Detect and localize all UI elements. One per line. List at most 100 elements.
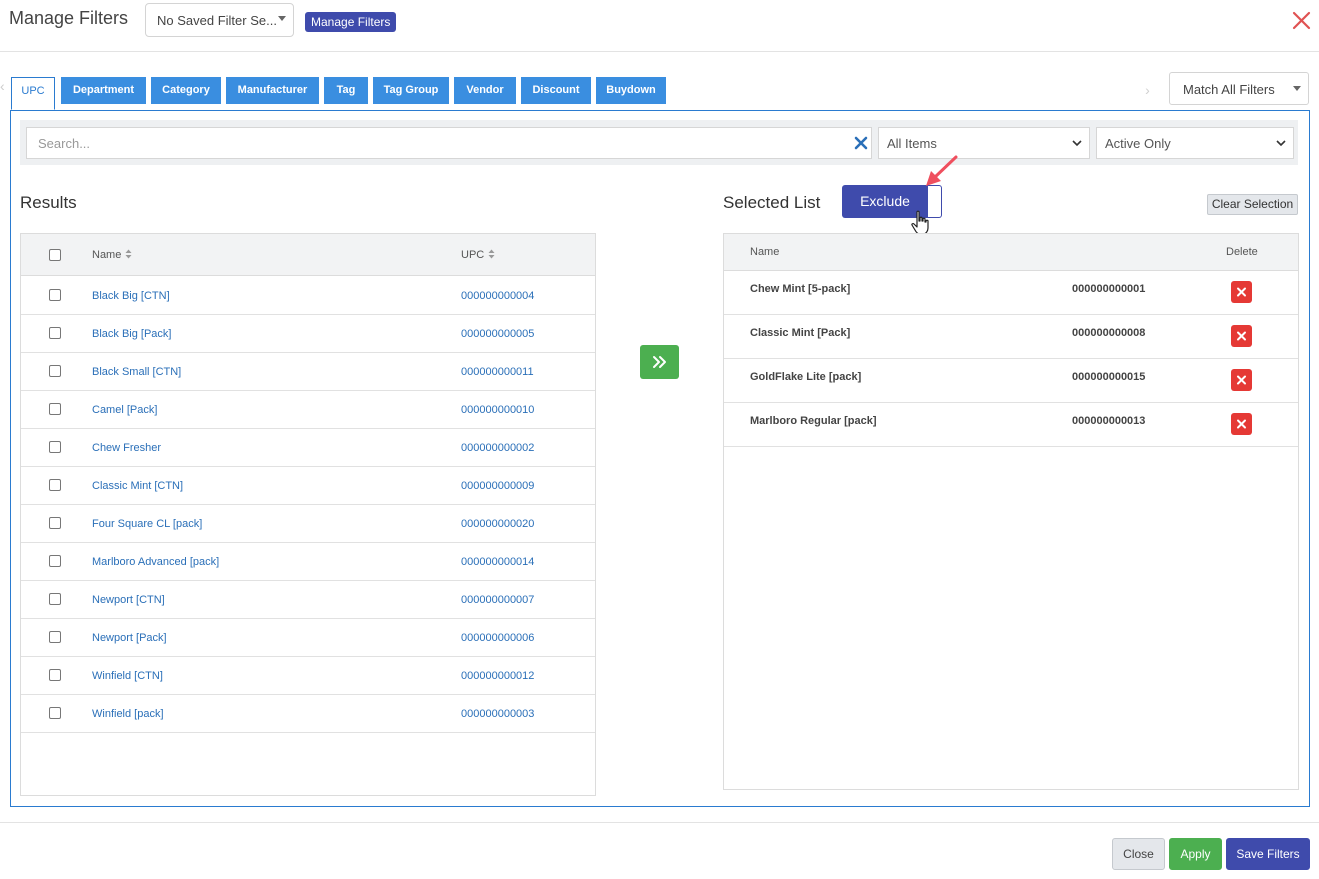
modal-header: Manage Filters No Saved Filter Se... Man… [0, 0, 1319, 52]
tabs-scroll-left-icon[interactable]: ‹ [0, 78, 8, 104]
selected-item-name: Marlboro Regular [pack] [750, 415, 877, 427]
selected-item-name: Chew Mint [5-pack] [750, 283, 851, 295]
item-name-link[interactable]: Four Square CL [pack] [92, 518, 202, 530]
row-checkbox[interactable] [49, 669, 61, 681]
row-checkbox[interactable] [49, 631, 61, 643]
item-upc-link[interactable]: 000000000005 [461, 328, 534, 340]
table-row[interactable]: Black Small [CTN] 000000000011 [21, 353, 595, 391]
item-upc-link[interactable]: 000000000004 [461, 290, 534, 302]
caret-down-icon [278, 16, 286, 21]
column-header-upc[interactable]: UPC [461, 249, 495, 261]
item-upc-link[interactable]: 000000000003 [461, 708, 534, 720]
clear-search-icon[interactable] [853, 135, 869, 151]
clear-selection-button[interactable]: Clear Selection [1207, 194, 1298, 215]
selected-row: Classic Mint [Pack] 000000000008 [724, 315, 1298, 359]
row-checkbox[interactable] [49, 365, 61, 377]
tab-upc[interactable]: UPC [11, 77, 55, 110]
table-row[interactable]: Newport [CTN] 000000000007 [21, 581, 595, 619]
selected-row: GoldFlake Lite [pack] 000000000015 [724, 359, 1298, 403]
table-row[interactable]: Black Big [Pack] 000000000005 [21, 315, 595, 353]
saved-filter-select[interactable]: No Saved Filter Se... [145, 3, 294, 37]
tabs-scroll-right-icon[interactable]: › [1142, 77, 1153, 104]
item-upc-link[interactable]: 000000000010 [461, 404, 534, 416]
table-row[interactable]: Chew Fresher 000000000002 [21, 429, 595, 467]
close-button[interactable]: Close [1112, 838, 1165, 870]
row-checkbox[interactable] [49, 593, 61, 605]
select-all-checkbox[interactable] [49, 249, 61, 261]
row-checkbox[interactable] [49, 555, 61, 567]
item-upc-link[interactable]: 000000000006 [461, 632, 534, 644]
apply-button[interactable]: Apply [1169, 838, 1222, 870]
item-name-link[interactable]: Winfield [pack] [92, 708, 164, 720]
delete-button[interactable] [1231, 413, 1252, 435]
delete-x-icon [1237, 331, 1246, 341]
row-checkbox[interactable] [49, 327, 61, 339]
selected-list-title: Selected List [723, 193, 821, 212]
item-name-link[interactable]: Chew Fresher [92, 442, 161, 454]
item-upc-link[interactable]: 000000000020 [461, 518, 534, 530]
item-name-link[interactable]: Winfield [CTN] [92, 670, 163, 682]
tab-vendor[interactable]: Vendor [454, 77, 516, 104]
manage-filters-button[interactable]: Manage Filters [305, 12, 397, 32]
items-select[interactable]: All Items [878, 127, 1090, 159]
table-row[interactable]: Camel [Pack] 000000000010 [21, 391, 595, 429]
column-header-name[interactable]: Name [92, 249, 132, 261]
table-row[interactable]: Four Square CL [pack] 000000000020 [21, 505, 595, 543]
table-row[interactable]: Winfield [CTN] 000000000012 [21, 657, 595, 695]
footer-divider [0, 822, 1319, 823]
results-title: Results [20, 193, 77, 212]
tab-tag[interactable]: Tag [324, 77, 368, 104]
close-x-icon[interactable] [1291, 10, 1312, 31]
caret-down-icon [1293, 86, 1301, 91]
delete-button[interactable] [1231, 369, 1252, 391]
table-row[interactable]: Classic Mint [CTN] 000000000009 [21, 467, 595, 505]
item-name-link[interactable]: Marlboro Advanced [pack] [92, 556, 219, 568]
delete-button[interactable] [1231, 281, 1252, 303]
row-checkbox[interactable] [49, 441, 61, 453]
tab-tag-group[interactable]: Tag Group [373, 77, 449, 104]
table-row[interactable]: Newport [Pack] 000000000006 [21, 619, 595, 657]
row-checkbox[interactable] [49, 707, 61, 719]
move-to-selected-button[interactable] [640, 345, 679, 379]
selected-item-name: Classic Mint [Pack] [750, 327, 851, 339]
column-header-name: Name [750, 246, 780, 258]
tab-category[interactable]: Category [151, 77, 221, 104]
row-checkbox[interactable] [49, 289, 61, 301]
selected-row: Chew Mint [5-pack] 000000000001 [724, 271, 1298, 315]
item-upc-link[interactable]: 000000000014 [461, 556, 534, 568]
row-checkbox[interactable] [49, 403, 61, 415]
selected-table-header: Name Delete [724, 234, 1298, 271]
item-upc-link[interactable]: 000000000012 [461, 670, 534, 682]
row-checkbox[interactable] [49, 517, 61, 529]
tab-buydown[interactable]: Buydown [596, 77, 666, 104]
item-name-link[interactable]: Black Big [CTN] [92, 290, 170, 302]
selected-item-upc: 000000000001 [1072, 283, 1146, 295]
item-upc-link[interactable]: 000000000002 [461, 442, 534, 454]
item-name-link[interactable]: Black Small [CTN] [92, 366, 181, 378]
item-name-link[interactable]: Black Big [Pack] [92, 328, 171, 340]
item-name-link[interactable]: Newport [CTN] [92, 594, 165, 606]
table-row[interactable]: Marlboro Advanced [pack] 000000000014 [21, 543, 595, 581]
item-name-link[interactable]: Camel [Pack] [92, 404, 157, 416]
tab-discount[interactable]: Discount [521, 77, 591, 104]
item-name-link[interactable]: Classic Mint [CTN] [92, 480, 183, 492]
tab-manufacturer[interactable]: Manufacturer [226, 77, 319, 104]
status-select[interactable]: Active Only [1096, 127, 1294, 159]
row-checkbox[interactable] [49, 479, 61, 491]
table-row[interactable]: Winfield [pack] 000000000003 [21, 695, 595, 733]
item-upc-link[interactable]: 000000000009 [461, 480, 534, 492]
sort-icon [488, 249, 495, 259]
table-row[interactable]: Black Big [CTN] 000000000004 [21, 277, 595, 315]
item-upc-link[interactable]: 000000000011 [461, 366, 534, 378]
tab-department[interactable]: Department [61, 77, 146, 104]
delete-button[interactable] [1231, 325, 1252, 347]
item-upc-link[interactable]: 000000000007 [461, 594, 534, 606]
save-filters-button[interactable]: Save Filters [1226, 838, 1310, 870]
item-name-link[interactable]: Newport [Pack] [92, 632, 167, 644]
search-input[interactable]: Search... [26, 127, 872, 159]
chevron-down-icon [1072, 140, 1082, 147]
match-filters-select[interactable]: Match All Filters [1169, 72, 1309, 105]
selected-item-name: GoldFlake Lite [pack] [750, 371, 862, 383]
double-chevron-right-icon [653, 356, 666, 368]
delete-x-icon [1237, 287, 1246, 297]
